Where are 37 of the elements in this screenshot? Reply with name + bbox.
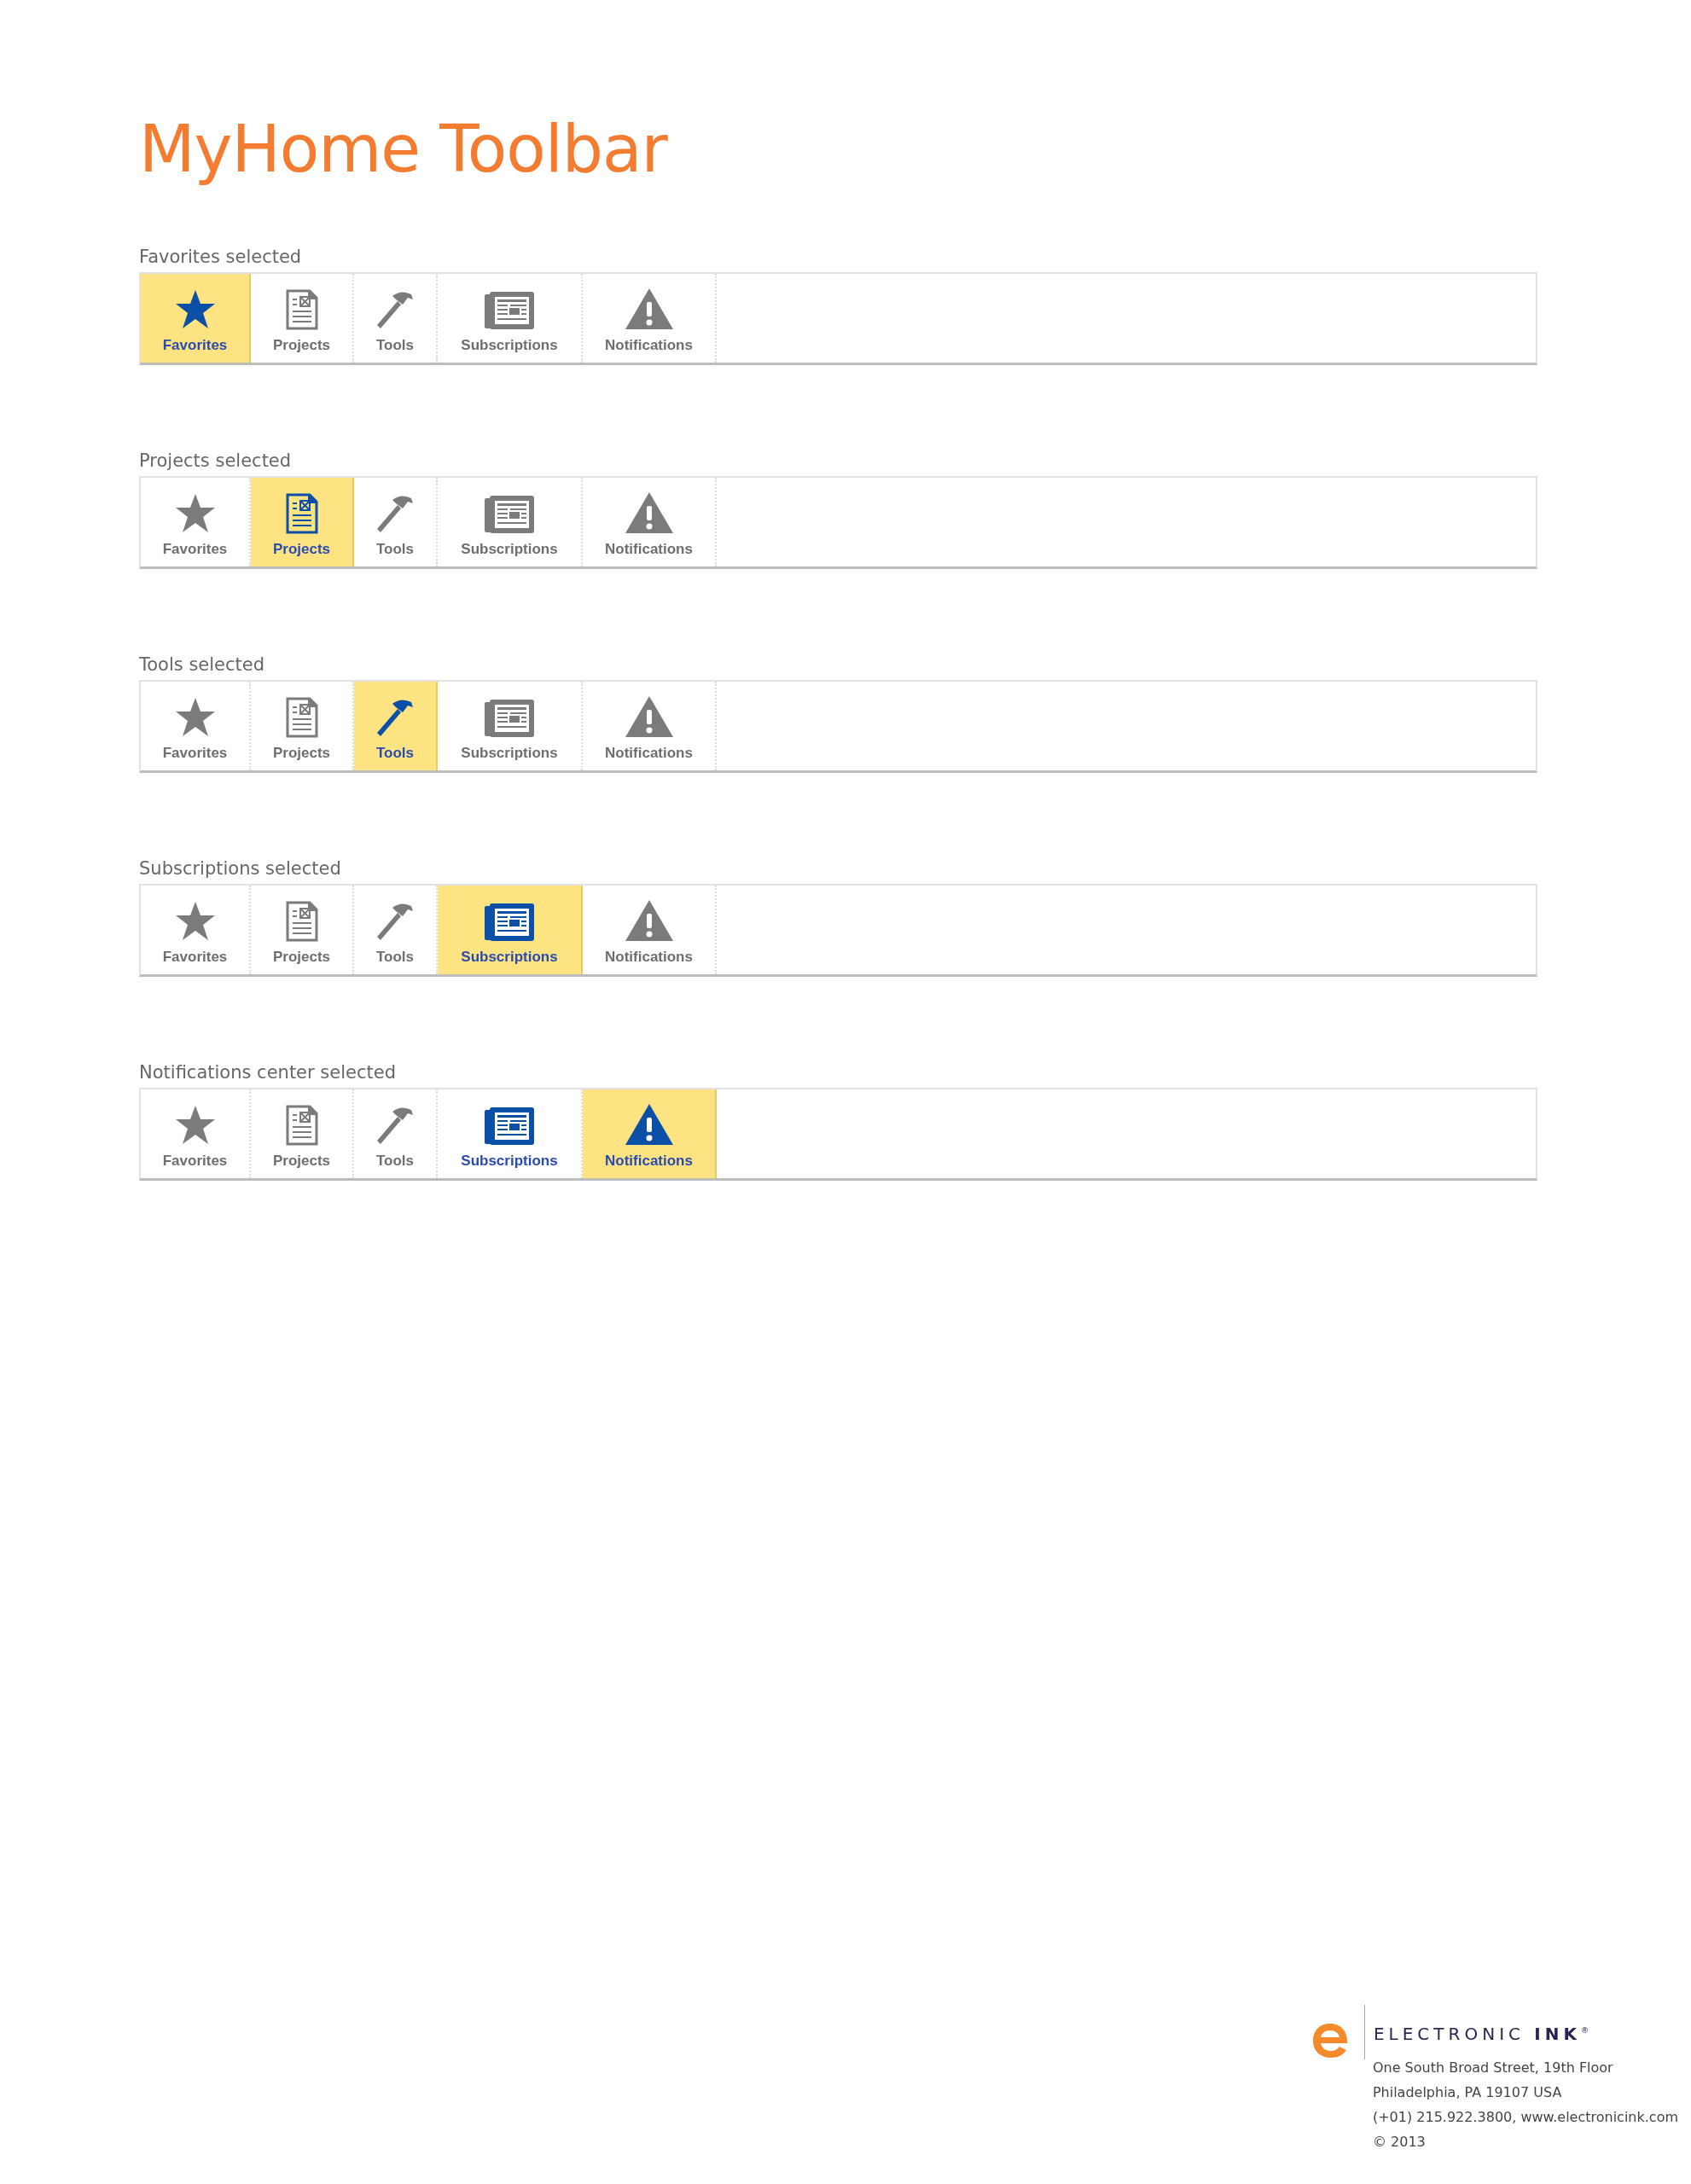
section-label: Projects selected: [139, 450, 293, 471]
newspaper-icon: [484, 699, 535, 738]
section-label: Favorites selected: [139, 247, 303, 267]
newspaper-icon: [484, 495, 535, 534]
section-label: Notifications center selected: [139, 1062, 397, 1083]
toolbar-tab[interactable]: Notifications: [583, 1089, 717, 1178]
document-icon: [285, 493, 318, 534]
newspaper-icon: [484, 903, 535, 942]
page-title: MyHome Toolbar: [139, 111, 669, 187]
address-line: (+01) 215.922.3800, www.electronicink.com: [1372, 2109, 1678, 2125]
toolbar-tab[interactable]: Projects: [251, 478, 354, 566]
toolbar-tab[interactable]: Subscriptions: [438, 886, 583, 974]
brand-name: ELECTRONIC INK$^{®}$: [1363, 2005, 1678, 2059]
address-line: © 2013: [1372, 2134, 1427, 2150]
hammer-icon: [375, 901, 415, 942]
document-icon: [285, 1105, 318, 1146]
warning-icon: [624, 899, 674, 942]
document-icon: [285, 289, 318, 330]
section-label: Tools selected: [139, 654, 266, 675]
warning-icon: [624, 491, 674, 534]
address-line: Philadelphia, PA 19107 USA: [1372, 2084, 1563, 2100]
toolbar-tab[interactable]: Favorites: [141, 274, 251, 363]
hammer-icon: [375, 697, 415, 738]
newspaper-icon: [484, 1107, 535, 1146]
hammer-icon: [375, 1105, 415, 1146]
document-icon: [285, 697, 318, 738]
hammer-icon: [375, 289, 415, 330]
newspaper-icon: [484, 291, 535, 330]
warning-icon: [624, 288, 674, 330]
warning-icon: [624, 1103, 674, 1146]
section-label: Subscriptions selected: [139, 858, 342, 879]
address-line: One South Broad Street, 19th Floor: [1372, 2059, 1614, 2076]
document-icon: [285, 901, 318, 942]
toolbar-tab[interactable]: Tools: [354, 682, 438, 770]
logo-icon: [1310, 2022, 1349, 2059]
hammer-icon: [375, 493, 415, 534]
warning-icon: [624, 695, 674, 738]
